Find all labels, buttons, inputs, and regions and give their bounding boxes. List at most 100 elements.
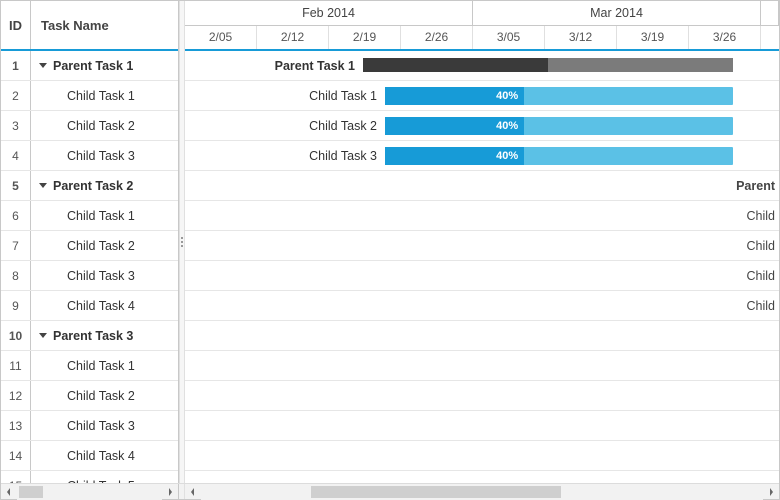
progress-fill: 40% <box>385 117 524 135</box>
chevron-down-icon[interactable] <box>39 63 47 68</box>
grid-hscroll[interactable] <box>1 484 179 499</box>
timeline-week[interactable]: 3/12 <box>545 26 617 50</box>
scroll-track[interactable] <box>201 484 763 500</box>
parent-summary-bar[interactable] <box>363 58 733 72</box>
grid-header: ID Task Name <box>1 1 178 51</box>
timeline-month[interactable]: Mar 2014 <box>473 1 761 25</box>
chart-row: Child <box>185 231 779 261</box>
cell-task-name: Child Task 3 <box>31 411 178 440</box>
cell-task-name: Child Task 1 <box>31 201 178 230</box>
chart-row <box>185 351 779 381</box>
scroll-row <box>1 483 779 499</box>
column-header-id[interactable]: ID <box>1 1 31 49</box>
timeline-week[interactable]: 2/05 <box>185 26 257 50</box>
cell-id: 6 <box>1 201 31 230</box>
timeline-week[interactable]: 3/19 <box>617 26 689 50</box>
scroll-right-button[interactable] <box>763 484 779 500</box>
cell-id: 3 <box>1 111 31 140</box>
cell-task-name: Child Task 5 <box>31 471 178 483</box>
bar-label: Parent Task 1 <box>275 59 355 73</box>
timeline-week[interactable]: 2/26 <box>401 26 473 50</box>
table-row[interactable]: 15Child Task 5 <box>1 471 178 483</box>
chart-row: Child Task 2 40% <box>185 111 779 141</box>
chevron-down-icon[interactable] <box>39 183 47 188</box>
table-row[interactable]: 10Parent Task 3 <box>1 321 178 351</box>
scroll-thumb[interactable] <box>311 486 561 498</box>
table-row[interactable]: 3Child Task 2 <box>1 111 178 141</box>
cell-id: 14 <box>1 441 31 470</box>
cell-task-name: Child Task 2 <box>31 111 178 140</box>
table-row[interactable]: 11Child Task 1 <box>1 351 178 381</box>
timeline-week[interactable]: 3/26 <box>689 26 761 50</box>
cell-id: 12 <box>1 381 31 410</box>
bar-label: Child <box>747 209 776 223</box>
cell-task-name: Child Task 3 <box>31 261 178 290</box>
chart-row <box>185 471 779 483</box>
grid-body: 1Parent Task 12Child Task 13Child Task 2… <box>1 51 178 483</box>
chart-row <box>185 321 779 351</box>
table-row[interactable]: 5Parent Task 2 <box>1 171 178 201</box>
bar-label: Child Task 3 <box>309 149 377 163</box>
bar-label: Child <box>747 239 776 253</box>
cell-id: 2 <box>1 81 31 110</box>
chart-row: Parent <box>185 171 779 201</box>
scroll-track[interactable] <box>17 484 162 500</box>
chart-body[interactable]: Parent Task 1Child Task 140%Child Task 2… <box>185 51 779 483</box>
task-grid-pane: ID Task Name 1Parent Task 12Child Task 1… <box>1 1 179 483</box>
chart-row: Child Task 3 40% <box>185 141 779 171</box>
cell-task-name: Child Task 1 <box>31 351 178 380</box>
timeline-week[interactable]: 3/05 <box>473 26 545 50</box>
progress-fill <box>363 58 548 72</box>
bar-label: Child <box>747 269 776 283</box>
chevron-right-icon <box>166 488 174 496</box>
table-row[interactable]: 12Child Task 2 <box>1 381 178 411</box>
task-bar[interactable]: 40% <box>385 87 733 105</box>
cell-id: 1 <box>1 51 31 80</box>
task-bar[interactable]: 40% <box>385 147 733 165</box>
timeline-header: Feb 2014Mar 2014 2/052/122/192/263/053/1… <box>185 1 779 51</box>
timeline-week[interactable]: 4/0 <box>761 26 779 50</box>
scroll-left-button[interactable] <box>185 484 201 500</box>
table-row[interactable]: 8Child Task 3 <box>1 261 178 291</box>
bar-label: Parent <box>736 179 775 193</box>
progress-fill: 40% <box>385 147 524 165</box>
scroll-thumb[interactable] <box>19 486 43 498</box>
chevron-left-icon <box>5 488 13 496</box>
gantt-widget: ID Task Name 1Parent Task 12Child Task 1… <box>0 0 780 500</box>
table-row[interactable]: 2Child Task 1 <box>1 81 178 111</box>
table-row[interactable]: 1Parent Task 1 <box>1 51 178 81</box>
cell-task-name: Child Task 4 <box>31 291 178 320</box>
scroll-left-button[interactable] <box>1 484 17 500</box>
cell-task-name: Child Task 2 <box>31 231 178 260</box>
table-row[interactable]: 13Child Task 3 <box>1 411 178 441</box>
cell-task-name: Child Task 4 <box>31 441 178 470</box>
chart-row <box>185 381 779 411</box>
bar-label: Child Task 1 <box>309 89 377 103</box>
progress-pct: 40% <box>496 117 518 135</box>
cell-id: 7 <box>1 231 31 260</box>
table-row[interactable]: 7Child Task 2 <box>1 231 178 261</box>
timeline-week[interactable]: 2/19 <box>329 26 401 50</box>
cell-id: 15 <box>1 471 31 483</box>
table-row[interactable]: 9Child Task 4 <box>1 291 178 321</box>
chart-hscroll[interactable] <box>185 484 779 499</box>
cell-task-name: Child Task 1 <box>31 81 178 110</box>
chevron-down-icon[interactable] <box>39 333 47 338</box>
progress-pct: 40% <box>496 87 518 105</box>
table-row[interactable]: 14Child Task 4 <box>1 441 178 471</box>
scroll-right-button[interactable] <box>162 484 178 500</box>
table-row[interactable]: 6Child Task 1 <box>1 201 178 231</box>
cell-task-name: Parent Task 2 <box>31 171 178 200</box>
table-row[interactable]: 4Child Task 3 <box>1 141 178 171</box>
timeline-month[interactable]: Feb 2014 <box>185 1 473 25</box>
chevron-right-icon <box>767 488 775 496</box>
column-header-name[interactable]: Task Name <box>31 1 178 49</box>
cell-id: 13 <box>1 411 31 440</box>
cell-task-name: Child Task 3 <box>31 141 178 170</box>
timeline-week[interactable]: 2/12 <box>257 26 329 50</box>
cell-id: 4 <box>1 141 31 170</box>
bar-label: Child Task 2 <box>309 119 377 133</box>
splitter-grip-icon <box>181 237 183 247</box>
bar-label: Child <box>747 299 776 313</box>
task-bar[interactable]: 40% <box>385 117 733 135</box>
